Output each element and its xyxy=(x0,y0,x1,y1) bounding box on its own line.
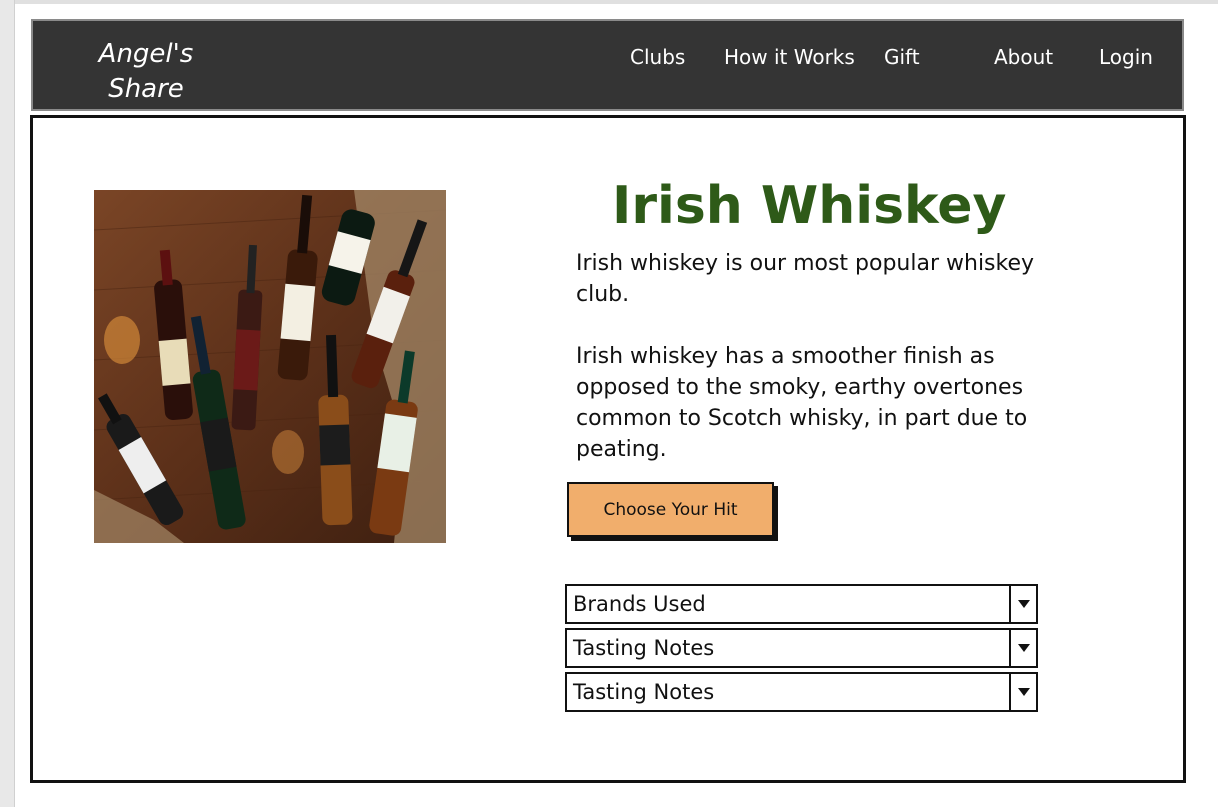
navbar: Angel's Share Clubs How it Works Gift Ab… xyxy=(31,19,1184,111)
dropdown-label: Tasting Notes xyxy=(573,636,715,660)
brand-logo[interactable]: Angel's Share xyxy=(91,37,201,107)
cta-label: Choose Your Hit xyxy=(603,499,738,520)
tasting-notes-dropdown-2[interactable]: Tasting Notes xyxy=(565,672,1038,712)
brand-line-2: Share xyxy=(108,74,184,104)
caret-down-icon[interactable] xyxy=(1009,674,1036,710)
caret-down-icon[interactable] xyxy=(1009,586,1036,622)
choose-your-hit-button[interactable]: Choose Your Hit xyxy=(567,482,774,537)
page-title: Irish Whiskey xyxy=(612,176,1007,236)
nav-about[interactable]: About xyxy=(994,45,1053,69)
nav-clubs[interactable]: Clubs xyxy=(630,45,685,69)
dropdown-label: Brands Used xyxy=(573,592,706,616)
nav-login[interactable]: Login xyxy=(1099,45,1153,69)
brand-line-1: Angel's xyxy=(98,39,194,69)
caret-down-icon[interactable] xyxy=(1009,630,1036,666)
intro-paragraph: Irish whiskey is our most popular whiske… xyxy=(576,251,1035,307)
whiskey-bottles-image xyxy=(94,190,446,543)
nav-gift[interactable]: Gift xyxy=(884,45,920,69)
brands-used-dropdown[interactable]: Brands Used xyxy=(565,584,1038,624)
description-paragraph: Irish whiskey has a smoother finish as o… xyxy=(576,344,1028,462)
window-left-edge xyxy=(0,0,15,807)
nav-how-it-works[interactable]: How it Works xyxy=(724,45,855,69)
tasting-notes-dropdown[interactable]: Tasting Notes xyxy=(565,628,1038,668)
window-top-edge xyxy=(0,0,1218,4)
dropdown-label: Tasting Notes xyxy=(573,680,715,704)
